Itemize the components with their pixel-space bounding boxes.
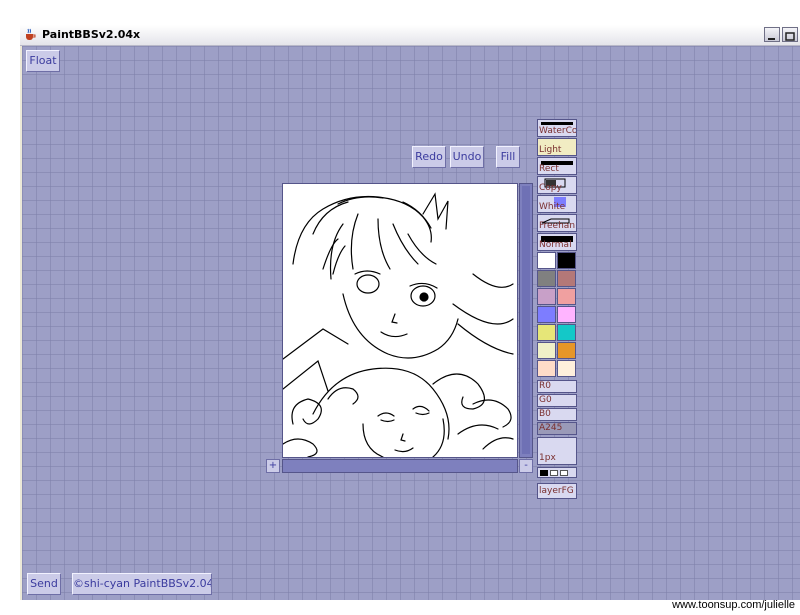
window-title: PaintBBSv2.04x — [42, 28, 141, 41]
palette-swatch[interactable] — [537, 306, 556, 323]
tool-label: Freehan — [539, 221, 576, 231]
tool-copy[interactable]: Copy — [537, 176, 577, 194]
mask-black-icon — [540, 470, 548, 476]
alpha-value-slider[interactable]: A245 — [537, 422, 577, 435]
java-cup-icon — [26, 28, 36, 40]
mask-white-icon — [560, 470, 568, 476]
fill-button[interactable]: Fill — [496, 146, 520, 168]
tool-white[interactable]: White — [537, 195, 577, 213]
palette-swatch[interactable] — [537, 360, 556, 377]
mask-color-selector[interactable] — [537, 467, 577, 478]
tool-label: Normal — [539, 240, 572, 250]
tool-freehand[interactable]: Freehan — [537, 214, 577, 232]
palette-swatch[interactable] — [537, 252, 556, 269]
palette-swatch[interactable] — [557, 360, 576, 377]
tool-light[interactable]: Light — [537, 138, 577, 156]
watermark-url: www.toonsup.com/julielle — [672, 599, 795, 611]
vertical-scroll-thumb[interactable] — [522, 186, 530, 454]
mask-white-icon — [550, 470, 558, 476]
tool-label: Light — [539, 145, 562, 155]
palette-swatch[interactable] — [557, 324, 576, 341]
send-button[interactable]: Send — [27, 573, 61, 595]
line-art-drawing — [283, 192, 514, 457]
minimize-button[interactable] — [764, 27, 780, 42]
minimize-icon — [768, 38, 775, 40]
drawing-canvas[interactable] — [282, 183, 518, 458]
tool-label: Copy — [539, 183, 562, 193]
redo-button[interactable]: Redo — [412, 146, 446, 168]
red-value-slider[interactable]: R0 — [537, 380, 577, 393]
layer-toggle[interactable]: layerFG — [537, 483, 577, 499]
tool-normal[interactable]: Normal — [537, 233, 577, 251]
horizontal-scrollbar[interactable] — [282, 459, 518, 473]
palette-swatch[interactable] — [537, 288, 556, 305]
maximize-icon — [785, 32, 795, 41]
zoom-out-button[interactable]: - — [519, 459, 533, 473]
palette-swatch[interactable] — [557, 270, 576, 287]
tool-label: WaterCo — [539, 126, 577, 136]
applet-window: PaintBBSv2.04x Float Redo Undo Fill + - … — [20, 25, 800, 600]
tool-rect[interactable]: Rect — [537, 157, 577, 175]
paint-applet: Float Redo Undo Fill + - WaterCo Light R… — [22, 46, 800, 600]
palette-swatch[interactable] — [557, 306, 576, 323]
brush-size-slider[interactable]: 1px — [537, 437, 577, 465]
copyright-button[interactable]: ©shi-cyan PaintBBSv2.04x — [72, 573, 212, 595]
tool-label: White — [539, 202, 566, 212]
tool-watercolor[interactable]: WaterCo — [537, 119, 577, 137]
palette-swatch[interactable] — [537, 342, 556, 359]
maximize-button[interactable] — [782, 27, 798, 42]
zoom-in-button[interactable]: + — [266, 459, 280, 473]
float-button[interactable]: Float — [26, 50, 60, 72]
brush-line-icon — [541, 122, 573, 125]
palette-swatch[interactable] — [557, 342, 576, 359]
green-value-slider[interactable]: G0 — [537, 394, 577, 407]
palette-swatch[interactable] — [537, 270, 556, 287]
palette-swatch[interactable] — [557, 288, 576, 305]
undo-button[interactable]: Undo — [450, 146, 484, 168]
canvas-area: + - — [266, 183, 533, 475]
title-bar: PaintBBSv2.04x — [20, 25, 800, 46]
tool-label: Rect — [539, 164, 559, 174]
palette-swatch[interactable] — [557, 252, 576, 269]
palette-swatch[interactable] — [537, 324, 556, 341]
vertical-scrollbar[interactable] — [519, 183, 533, 458]
blue-value-slider[interactable]: B0 — [537, 408, 577, 421]
